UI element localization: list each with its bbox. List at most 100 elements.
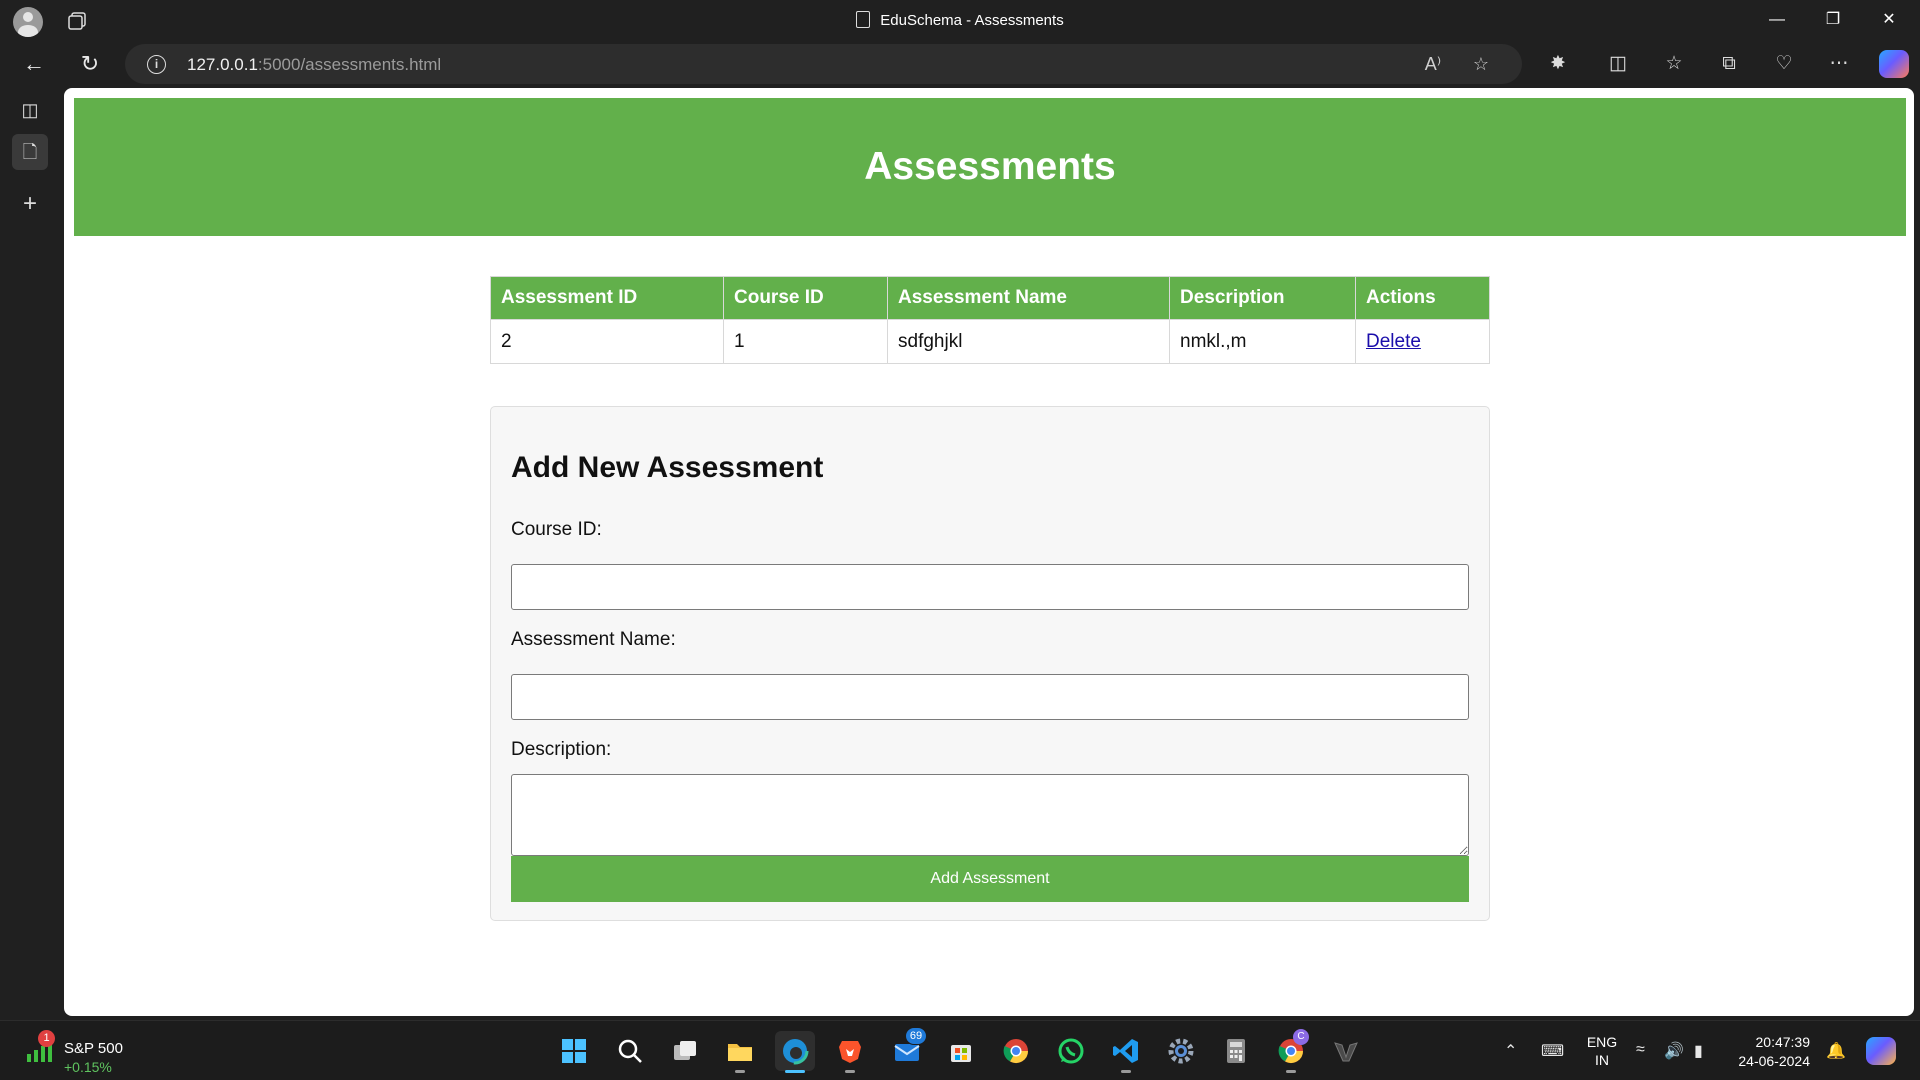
url-host: 127.0.0.1 xyxy=(187,55,258,74)
vscode-icon xyxy=(1113,1039,1138,1063)
search-button[interactable] xyxy=(610,1031,650,1071)
windows-taskbar: 1 S&P 500 +0.15% 69 C ⌃ ⌨ ENG IN ≈ 🔊 ▮ 2… xyxy=(0,1020,1920,1080)
active-tab[interactable]: EduSchema - Assessments xyxy=(0,11,1920,29)
notification-bell-icon[interactable]: 🔔 xyxy=(1826,1041,1846,1061)
system-clock[interactable]: 20:47:39 24-06-2024 xyxy=(1730,1033,1810,1071)
restore-button[interactable]: ❐ xyxy=(1805,0,1861,40)
widget-badge: 1 xyxy=(38,1030,55,1047)
browser-title-bar: EduSchema - Assessments — ❐ ✕ xyxy=(0,0,1920,40)
settings-button[interactable] xyxy=(1161,1031,1201,1071)
new-tab-plus-icon[interactable]: + xyxy=(12,186,48,222)
running-indicator xyxy=(1121,1070,1131,1073)
chrome-button[interactable] xyxy=(996,1031,1036,1071)
brave-button[interactable] xyxy=(830,1031,870,1073)
description-textarea[interactable] xyxy=(511,774,1469,856)
page-header: Assessments xyxy=(74,98,1906,236)
stock-widget[interactable]: 1 S&P 500 +0.15% xyxy=(22,1030,142,1075)
running-indicator xyxy=(1286,1070,1296,1073)
language-indicator[interactable]: ENG IN xyxy=(1585,1033,1619,1069)
browser-essentials-icon[interactable]: ♡ xyxy=(1766,46,1802,82)
brave-lion-icon xyxy=(839,1041,861,1063)
clock-date: 24-06-2024 xyxy=(1738,1053,1810,1069)
edge-button[interactable] xyxy=(775,1031,815,1073)
form-title: Add New Assessment xyxy=(511,451,824,484)
active-indicator xyxy=(785,1070,805,1073)
more-options-icon[interactable]: ⋯ xyxy=(1821,46,1857,82)
app-button[interactable] xyxy=(1326,1031,1366,1071)
page-viewport: Assessments Assessment ID Course ID Asse… xyxy=(64,88,1914,1016)
vertical-tab-current-page-icon[interactable]: 🗋 xyxy=(12,134,48,170)
store-button[interactable] xyxy=(941,1031,981,1071)
course-id-label: Course ID: xyxy=(511,519,602,540)
add-assessment-form: Add New Assessment Course ID: Assessment… xyxy=(490,406,1490,921)
assessment-name-label: Assessment Name: xyxy=(511,629,676,650)
whatsapp-icon xyxy=(1058,1038,1084,1064)
file-explorer-button[interactable] xyxy=(720,1031,760,1073)
extensions-icon[interactable]: ✸ xyxy=(1540,46,1576,82)
table-header-row: Assessment ID Course ID Assessment Name … xyxy=(490,276,1490,320)
tab-actions-icon[interactable]: ◫ xyxy=(12,92,48,128)
description-label: Description: xyxy=(511,739,612,760)
minimize-button[interactable]: — xyxy=(1749,0,1805,40)
mail-button[interactable]: 69 xyxy=(887,1027,927,1071)
favorite-star-icon[interactable]: ☆ xyxy=(1467,50,1495,78)
column-header-actions: Actions xyxy=(1355,276,1490,320)
whatsapp-button[interactable] xyxy=(1051,1031,1091,1071)
widget-change: +0.15% xyxy=(64,1059,112,1075)
task-view-icon xyxy=(674,1041,696,1060)
copilot-taskbar-icon[interactable] xyxy=(1866,1037,1896,1065)
collections-icon[interactable]: ⧉ xyxy=(1711,46,1747,82)
add-assessment-button[interactable]: Add Assessment xyxy=(511,856,1469,902)
running-indicator xyxy=(735,1070,745,1073)
battery-icon[interactable]: ▮ xyxy=(1694,1041,1703,1061)
favorites-icon[interactable]: ☆ xyxy=(1656,46,1692,82)
refresh-button[interactable]: ↻ xyxy=(72,46,108,82)
mail-badge: 69 xyxy=(905,1027,927,1045)
start-button[interactable] xyxy=(554,1031,594,1071)
address-bar[interactable]: i 127.0.0.1:5000/assessments.html A⁾ ☆ xyxy=(125,44,1522,84)
site-info-icon[interactable]: i xyxy=(147,55,166,74)
page-document-icon xyxy=(856,11,871,28)
language-code: ENG xyxy=(1586,1034,1618,1050)
folder-icon xyxy=(728,1044,752,1061)
calculator-button[interactable] xyxy=(1216,1031,1256,1071)
url-text[interactable]: 127.0.0.1:5000/assessments.html xyxy=(187,55,441,75)
task-view-button[interactable] xyxy=(665,1031,705,1071)
clock-time: 20:47:39 xyxy=(1755,1034,1811,1050)
delete-link[interactable]: Delete xyxy=(1366,331,1421,352)
page-title: Assessments xyxy=(864,145,1116,188)
split-screen-icon[interactable]: ◫ xyxy=(1600,46,1636,82)
read-aloud-icon[interactable]: A⁾ xyxy=(1419,50,1447,78)
edge-browser-icon xyxy=(781,1037,809,1065)
assessment-name-input[interactable] xyxy=(511,674,1469,720)
chrome-profile-badge: C xyxy=(1293,1029,1309,1045)
url-path: :5000/assessments.html xyxy=(257,55,442,74)
show-hidden-icons-chevron-icon[interactable]: ⌃ xyxy=(1504,1041,1517,1061)
cell-description: nmkl.,m xyxy=(1169,319,1356,364)
language-region: IN xyxy=(1595,1052,1609,1068)
back-button[interactable]: ← xyxy=(16,46,52,82)
vertical-tabs-sidebar: ◫ 🗋 + xyxy=(0,88,64,1020)
column-header-assessment-name: Assessment Name xyxy=(887,276,1170,320)
column-header-course-id: Course ID xyxy=(723,276,888,320)
cell-assessment-name: sdfghjkl xyxy=(887,319,1170,364)
wifi-icon[interactable]: ≈ xyxy=(1636,1041,1645,1059)
windows-logo-icon xyxy=(562,1039,586,1063)
vscode-button[interactable] xyxy=(1106,1031,1146,1073)
calculator-icon xyxy=(1227,1039,1245,1063)
search-icon xyxy=(618,1039,642,1063)
cell-course-id: 1 xyxy=(723,319,888,364)
copilot-icon[interactable] xyxy=(1879,50,1909,78)
keyboard-icon[interactable]: ⌨ xyxy=(1541,1041,1564,1061)
cell-actions: Delete xyxy=(1355,319,1490,364)
chrome-profile-button[interactable]: C xyxy=(1271,1029,1311,1073)
tab-title-text: EduSchema - Assessments xyxy=(880,12,1064,29)
course-id-input[interactable] xyxy=(511,564,1469,610)
running-indicator xyxy=(845,1070,855,1073)
volume-icon[interactable]: 🔊 xyxy=(1664,1041,1684,1061)
table-row: 2 1 sdfghjkl nmkl.,m Delete xyxy=(490,319,1490,364)
cell-assessment-id: 2 xyxy=(490,319,724,364)
close-window-button[interactable]: ✕ xyxy=(1861,0,1917,40)
chrome-icon xyxy=(1003,1039,1028,1064)
column-header-description: Description xyxy=(1169,276,1356,320)
